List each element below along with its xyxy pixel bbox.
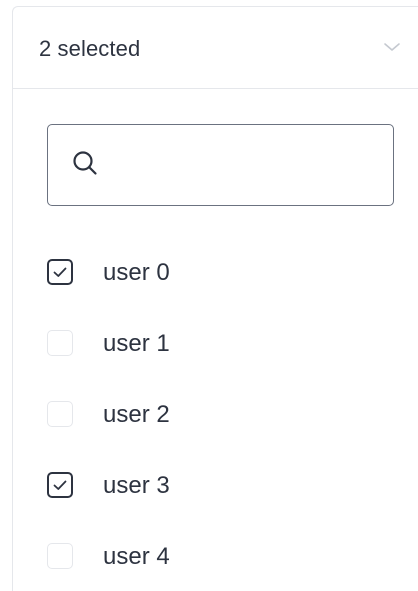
search-icon — [73, 151, 97, 175]
selected-count: 2 selected — [39, 36, 141, 61]
option-label: user 4 — [103, 543, 170, 570]
checkbox-checked[interactable] — [47, 259, 73, 285]
multi-select-dropdown: 2 selected user 0 user 1 user 2 user 3 user … — [12, 6, 418, 591]
search-input[interactable] — [112, 137, 376, 195]
select-trigger[interactable]: 2 selected — [13, 7, 418, 89]
option-user-0[interactable]: user 0 — [47, 250, 407, 294]
option-user-4[interactable]: user 4 — [47, 534, 407, 578]
option-label: user 1 — [103, 330, 170, 357]
checkmark-icon — [53, 480, 67, 490]
checkbox-unchecked[interactable] — [47, 330, 73, 356]
checkbox-unchecked[interactable] — [47, 543, 73, 569]
option-user-3[interactable]: user 3 — [47, 463, 407, 507]
search-box[interactable] — [47, 124, 394, 206]
option-label: user 3 — [103, 472, 170, 499]
option-label: user 2 — [103, 401, 170, 428]
checkbox-checked[interactable] — [47, 472, 73, 498]
checkmark-icon — [53, 267, 67, 277]
chevron-down-icon[interactable] — [383, 40, 401, 54]
option-user-1[interactable]: user 1 — [47, 321, 407, 365]
option-user-2[interactable]: user 2 — [47, 392, 407, 436]
option-label: user 0 — [103, 259, 170, 286]
checkbox-unchecked[interactable] — [47, 401, 73, 427]
